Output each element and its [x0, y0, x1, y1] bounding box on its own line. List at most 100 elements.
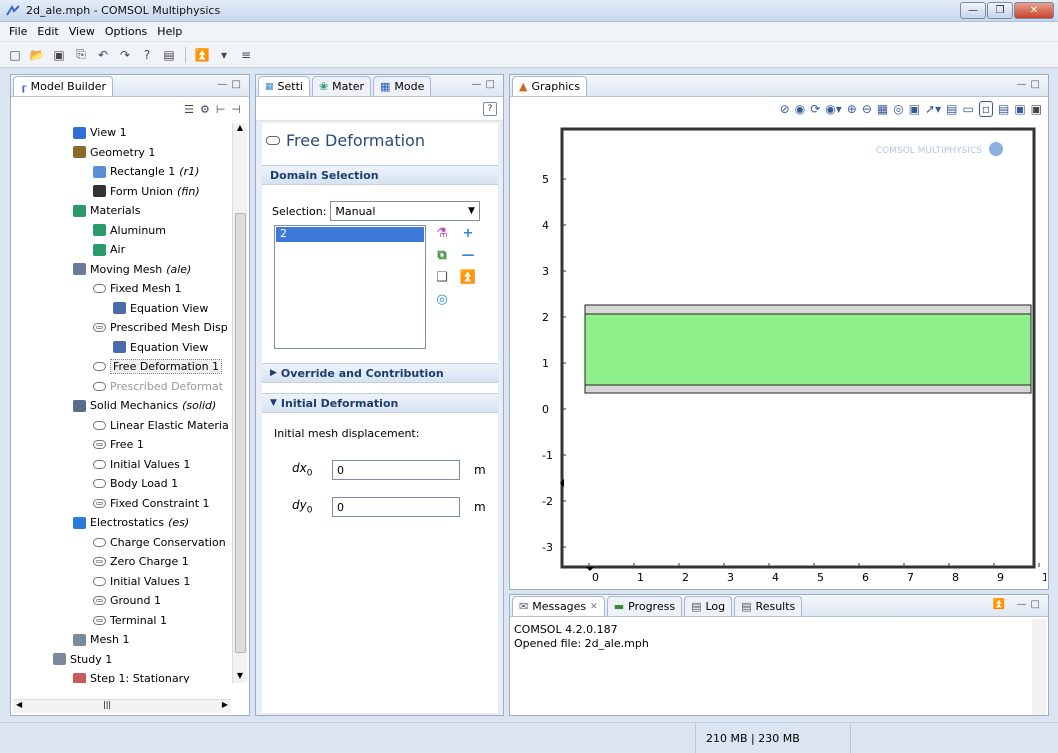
tree-node[interactable]: Prescribed Deformat [11, 377, 233, 397]
tree-node[interactable]: Form Union (fin) [11, 182, 233, 202]
domain-listbox[interactable]: 2 [274, 225, 426, 349]
tree-node[interactable]: Terminal 1 [11, 611, 233, 631]
list-item[interactable]: 2 [276, 227, 424, 242]
dropdown-arrow-icon[interactable]: ▾ [215, 46, 233, 64]
panel-controls[interactable]: —□ [1017, 79, 1044, 90]
select-point-icon[interactable]: ▣ [1014, 102, 1025, 116]
dy-field[interactable] [332, 497, 460, 517]
tree-node[interactable]: Step 1: Stationary [11, 669, 233, 683]
tree-node[interactable]: Charge Conservation [11, 533, 233, 553]
tree-node[interactable]: Moving Mesh (ale) [11, 260, 233, 280]
tree-node[interactable]: Geometry 1 [11, 143, 233, 163]
refresh-icon[interactable]: ⟳ [810, 102, 820, 116]
tree-node[interactable]: Initial Values 1 [11, 572, 233, 592]
domain-selection-section[interactable]: Domain Selection [262, 165, 498, 185]
zoom-extents-icon[interactable]: ▣ [909, 102, 920, 116]
tree-node[interactable]: Materials [11, 201, 233, 221]
tab-settings[interactable]: ▦ Setti [258, 76, 310, 96]
select-icon[interactable]: ▤ [946, 102, 957, 116]
tree-node[interactable]: Ground 1 [11, 591, 233, 611]
active-icon[interactable]: ⚗ [434, 225, 450, 241]
tree-node[interactable]: Linear Elastic Materia [11, 416, 233, 436]
layout-icon[interactable]: ≡ [237, 46, 255, 64]
save-icon[interactable]: ▣ [50, 46, 68, 64]
tree-node[interactable]: Fixed Constraint 1 [11, 494, 233, 514]
zoom-box-icon[interactable]: ▦ [877, 102, 888, 116]
select-boundary-icon[interactable]: ▫ [978, 101, 993, 117]
help-icon[interactable]: ? [483, 102, 497, 116]
clear-selection-icon[interactable]: ⏫ [460, 269, 476, 285]
menu-edit[interactable]: Edit [32, 25, 63, 38]
tab-model-builder[interactable]: ┎ Model Builder [13, 76, 114, 96]
tab-log[interactable]: ▤ Log [684, 596, 733, 616]
panel-controls[interactable]: —□ [472, 79, 499, 90]
clear-icon[interactable]: ⏫ [193, 46, 211, 64]
tree-node[interactable]: Body Load 1 [11, 474, 233, 494]
menu-help[interactable]: Help [152, 25, 187, 38]
tree-node[interactable]: Electrostatics (es) [11, 513, 233, 533]
zoom-in-icon[interactable]: ⊕ [847, 102, 857, 116]
select-edge-icon[interactable]: ▤ [998, 102, 1009, 116]
main-domain[interactable] [584, 313, 1032, 386]
close-icon[interactable]: ✕ [590, 602, 598, 612]
tab-results[interactable]: ▤ Results [734, 596, 803, 616]
menu-file[interactable]: File [4, 25, 32, 38]
message-scrollbar[interactable] [1032, 619, 1046, 715]
copy-icon[interactable]: ⧉ [434, 247, 450, 263]
hide-icon[interactable]: ⊘ [780, 102, 790, 116]
zoom-out-icon[interactable]: ⊖ [862, 102, 872, 116]
tree-node[interactable]: Study 1 [11, 650, 233, 670]
horizontal-scrollbar[interactable]: ◀ ||| ▶ [13, 699, 231, 713]
tree-node[interactable]: Air [11, 240, 233, 260]
tree-node[interactable]: Mesh 1 [11, 630, 233, 650]
initial-deformation-section[interactable]: ▼ Initial Deformation [262, 393, 498, 413]
tree-node[interactable]: Equation View [11, 299, 233, 319]
context-help-icon[interactable]: ▤ [160, 46, 178, 64]
paste-icon[interactable]: ❑ [434, 269, 450, 285]
tab-materials[interactable]: ❀ Mater [311, 76, 372, 96]
axis-icon[interactable]: ➚▾ [925, 102, 941, 116]
tab-graphics[interactable]: ▲ Graphics [512, 76, 588, 96]
print-icon[interactable]: ⎘ [72, 46, 90, 64]
scroll-thumb[interactable] [235, 213, 246, 653]
collapse-icon[interactable]: ☰ [184, 103, 194, 116]
restore-button[interactable]: ❐ [987, 2, 1013, 19]
tree-node[interactable]: Equation View [11, 338, 233, 358]
tree-node[interactable]: Fixed Mesh 1 [11, 279, 233, 299]
remove-icon[interactable]: — [460, 247, 476, 263]
tree-node[interactable]: Initial Values 1 [11, 455, 233, 475]
expand-icon[interactable]: ⊢ [216, 103, 226, 116]
show-icon[interactable]: ◉ [795, 102, 805, 116]
menu-options[interactable]: Options [100, 25, 152, 38]
tree-node[interactable]: Aluminum [11, 221, 233, 241]
bottom-thin-layer[interactable] [584, 384, 1032, 394]
help-icon[interactable]: ? [138, 46, 156, 64]
view-dropdown-icon[interactable]: ◉▾ [825, 102, 842, 116]
tree-node[interactable]: Solid Mechanics (solid) [11, 396, 233, 416]
panel-controls[interactable]: ⏫ —□ [993, 599, 1044, 610]
override-section[interactable]: ▶ Override and Contribution [262, 363, 498, 383]
dx-field[interactable] [332, 460, 460, 480]
zoom-selected-icon[interactable]: ◎ [893, 102, 903, 116]
add-icon[interactable]: + [460, 225, 476, 241]
undo-icon[interactable]: ↶ [94, 46, 112, 64]
top-thin-layer[interactable] [584, 304, 1032, 315]
tree-icon[interactable]: ⊣ [231, 103, 241, 116]
minimize-button[interactable]: — [960, 2, 986, 19]
menu-view[interactable]: View [64, 25, 100, 38]
selection-combo[interactable]: Manual ▼ [330, 201, 481, 221]
tree-node[interactable]: Free 1 [11, 435, 233, 455]
tab-messages[interactable]: ✉ Messages ✕ [512, 596, 605, 616]
vertical-scrollbar[interactable]: ▲ ▼ [232, 123, 247, 683]
redo-icon[interactable]: ↷ [116, 46, 134, 64]
select-domain-icon[interactable]: ▭ [962, 102, 973, 116]
tree-node[interactable]: Prescribed Mesh Disp [11, 318, 233, 338]
close-button[interactable]: ✕ [1014, 2, 1054, 19]
camera-icon[interactable]: ▣ [1031, 102, 1042, 116]
tree-node[interactable]: Rectangle 1 (r1) [11, 162, 233, 182]
tree-node[interactable]: Free Deformation 1 [11, 357, 233, 377]
tree-node[interactable]: View 1 [11, 123, 233, 143]
show-icon[interactable]: ⚙ [200, 103, 210, 116]
panel-controls[interactable]: —□ [218, 79, 245, 90]
tree-node[interactable]: Zero Charge 1 [11, 552, 233, 572]
